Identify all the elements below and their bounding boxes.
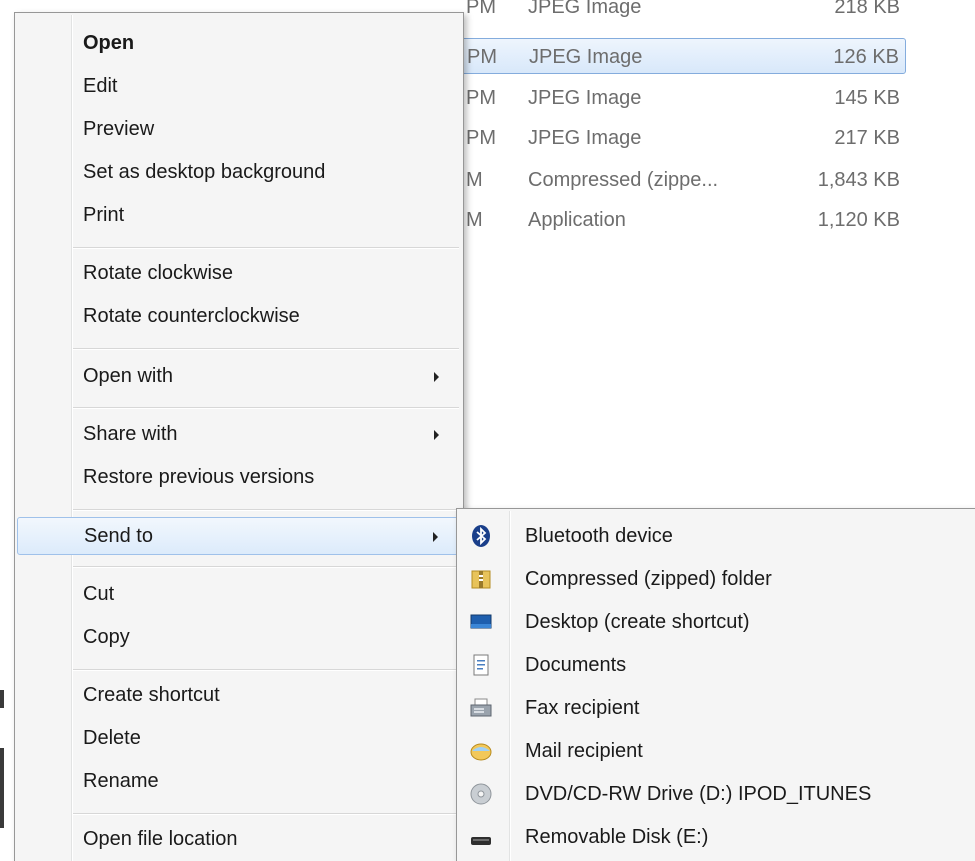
- file-row-selected[interactable]: PM JPEG Image 126 KB: [420, 38, 906, 74]
- menu-item-label: Restore previous versions: [83, 466, 315, 488]
- send-to-item-label: Documents: [525, 654, 627, 676]
- file-type: JPEG Image: [528, 87, 642, 109]
- menu-item-label: Print: [83, 204, 125, 226]
- menu-item-print[interactable]: Print: [17, 197, 461, 235]
- menu-item-label: Rotate clockwise: [83, 262, 234, 284]
- menu-separator: [73, 509, 459, 511]
- menu-item-restore-previous-versions[interactable]: Restore previous versions: [17, 459, 461, 497]
- file-row[interactable]: M Compressed (zippe... 1,843 KB: [420, 162, 906, 198]
- mail-icon: [470, 743, 492, 761]
- menu-item-copy[interactable]: Copy: [17, 619, 461, 657]
- menu-item-label: Cut: [83, 583, 115, 605]
- send-to-item-label: Mail recipient: [525, 740, 643, 762]
- menu-separator: [73, 348, 459, 350]
- context-menu: Open Edit Preview Set as desktop backgro…: [14, 12, 464, 861]
- file-type: Compressed (zippe...: [528, 169, 719, 191]
- send-to-fax-recipient[interactable]: Fax recipient: [459, 687, 974, 730]
- file-size: 145 KB: [834, 87, 900, 109]
- menu-separator: [73, 247, 459, 249]
- removable-disk-icon: [471, 837, 491, 845]
- bluetooth-icon: [472, 525, 490, 547]
- submenu-arrow-icon: [433, 532, 438, 542]
- menu-item-rename[interactable]: Rename: [17, 763, 461, 801]
- send-to-documents[interactable]: Documents: [459, 644, 974, 687]
- send-to-item-label: Removable Disk (E:): [525, 826, 709, 848]
- menu-item-delete[interactable]: Delete: [17, 720, 461, 758]
- file-modified-time: M: [466, 169, 483, 191]
- menu-item-open[interactable]: Open: [17, 25, 461, 63]
- menu-item-label: Delete: [83, 727, 141, 749]
- file-size: 1,843 KB: [817, 169, 900, 191]
- file-size: 1,120 KB: [817, 209, 900, 231]
- file-type: Application: [528, 209, 626, 231]
- file-row[interactable]: PM JPEG Image 145 KB: [420, 80, 906, 116]
- file-row[interactable]: M Application 1,120 KB: [420, 202, 906, 238]
- menu-item-label: Preview: [83, 118, 155, 140]
- menu-separator: [73, 407, 459, 409]
- menu-item-create-shortcut[interactable]: Create shortcut: [17, 677, 461, 715]
- send-to-item-label: Compressed (zipped) folder: [525, 568, 772, 590]
- menu-separator: [73, 669, 459, 671]
- menu-item-open-with[interactable]: Open with: [17, 358, 461, 396]
- menu-item-label: Open with: [83, 365, 174, 387]
- menu-item-label: Rename: [83, 770, 159, 792]
- zip-folder-icon: [471, 570, 491, 589]
- window-edge: [0, 0, 12, 861]
- file-size: 217 KB: [834, 127, 900, 149]
- file-size: 126 KB: [833, 46, 899, 68]
- menu-item-label: Set as desktop background: [83, 161, 326, 183]
- file-modified-time: PM: [466, 127, 496, 149]
- send-to-desktop[interactable]: Desktop (create shortcut): [459, 601, 974, 644]
- file-type: JPEG Image: [528, 127, 642, 149]
- documents-icon: [473, 654, 489, 676]
- file-modified-time: PM: [466, 87, 496, 109]
- dvd-drive-icon: [470, 783, 492, 805]
- desktop-icon: [470, 614, 492, 629]
- menu-separator: [73, 813, 459, 815]
- send-to-dvd-drive[interactable]: DVD/CD-RW Drive (D:) IPOD_ITUNES: [459, 773, 974, 816]
- send-to-item-label: Bluetooth device: [525, 525, 673, 547]
- menu-item-rotate-counterclockwise[interactable]: Rotate counterclockwise: [17, 298, 461, 336]
- edge-mark: [0, 690, 4, 708]
- edge-mark: [0, 748, 4, 828]
- menu-separator: [73, 566, 459, 568]
- menu-item-label: Send to: [84, 525, 153, 547]
- send-to-compressed-folder[interactable]: Compressed (zipped) folder: [459, 558, 974, 601]
- submenu-arrow-icon: [434, 430, 439, 440]
- send-to-item-label: DVD/CD-RW Drive (D:) IPOD_ITUNES: [525, 783, 872, 805]
- send-to-item-label: Fax recipient: [525, 697, 640, 719]
- file-size: 218 KB: [834, 0, 900, 18]
- submenu-arrow-icon: [434, 372, 439, 382]
- menu-item-share-with[interactable]: Share with: [17, 416, 461, 454]
- menu-item-open-file-location[interactable]: Open file location: [17, 821, 461, 859]
- file-row[interactable]: PM JPEG Image 217 KB: [420, 120, 906, 156]
- menu-item-send-to[interactable]: Send to: [17, 517, 461, 555]
- file-type: JPEG Image: [528, 0, 642, 18]
- menu-item-label: Edit: [83, 75, 118, 97]
- menu-item-edit[interactable]: Edit: [17, 68, 461, 106]
- menu-item-set-desktop-background[interactable]: Set as desktop background: [17, 154, 461, 192]
- file-type: JPEG Image: [529, 46, 643, 68]
- send-to-removable-disk[interactable]: Removable Disk (E:): [459, 816, 974, 859]
- send-to-bluetooth-device[interactable]: Bluetooth device: [459, 515, 974, 558]
- file-row[interactable]: PM JPEG Image 218 KB: [420, 0, 906, 34]
- file-modified-time: M: [466, 209, 483, 231]
- menu-item-label: Rotate counterclockwise: [83, 305, 300, 327]
- menu-item-label: Copy: [83, 626, 130, 648]
- menu-item-rotate-clockwise[interactable]: Rotate clockwise: [17, 255, 461, 293]
- menu-item-label: Create shortcut: [83, 684, 220, 706]
- send-to-item-label: Desktop (create shortcut): [525, 611, 750, 633]
- send-to-mail-recipient[interactable]: Mail recipient: [459, 730, 974, 773]
- file-modified-time: PM: [466, 0, 496, 18]
- file-modified-time: PM: [467, 46, 497, 68]
- menu-item-label: Share with: [83, 423, 178, 445]
- menu-item-preview[interactable]: Preview: [17, 111, 461, 149]
- fax-icon: [470, 698, 492, 717]
- menu-item-label: Open: [83, 32, 135, 54]
- menu-item-label: Open file location: [83, 828, 238, 850]
- send-to-submenu: Bluetooth device Compressed (zipped) fol…: [456, 508, 975, 861]
- menu-item-cut[interactable]: Cut: [17, 576, 461, 614]
